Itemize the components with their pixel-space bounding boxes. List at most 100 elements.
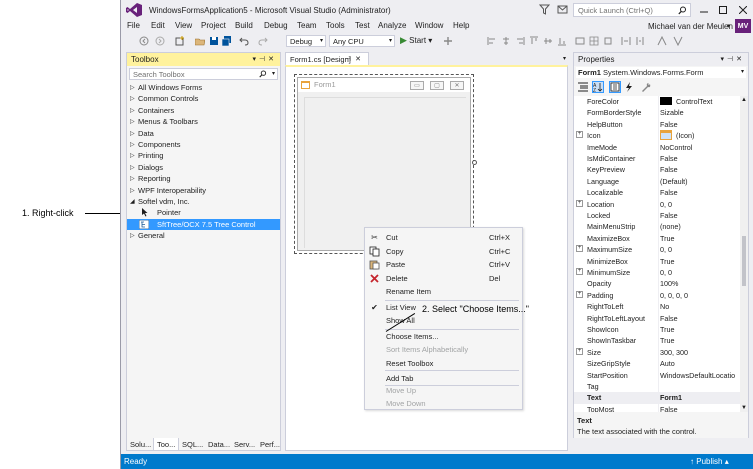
expand-plus-icon[interactable]: +	[576, 199, 583, 207]
make-same-width-icon[interactable]	[575, 36, 585, 46]
property-row-padding[interactable]: + Padding 0, 0, 0, 0	[574, 290, 740, 301]
menu-view[interactable]: View	[175, 21, 192, 30]
maximize-button[interactable]	[713, 3, 733, 17]
menu-item-choose-items[interactable]: Choose Items...	[365, 330, 522, 343]
expand-plus-icon[interactable]: +	[576, 245, 583, 253]
property-row-size[interactable]: + Size 300, 300	[574, 347, 740, 358]
toolbox-group-components[interactable]: ▷ Components	[127, 139, 280, 150]
menu-item-show-all[interactable]: Show All	[365, 314, 522, 327]
menu-build[interactable]: Build	[235, 21, 253, 30]
property-row-keypreview[interactable]: KeyPreview False	[574, 164, 740, 175]
close-icon[interactable]: ✕	[268, 56, 277, 63]
solution-configuration-select[interactable]: Debug ▾	[286, 35, 326, 47]
tab-server-explorer[interactable]: Serv...	[231, 438, 258, 451]
property-row-location[interactable]: + Location 0, 0	[574, 199, 740, 210]
toolbox-item-sfttree[interactable]: SftTree/OCX 7.5 Tree Control	[127, 218, 280, 230]
property-row-maximumsize[interactable]: + MaximumSize 0, 0	[574, 244, 740, 255]
property-row-forecolor[interactable]: ForeColor ControlText	[574, 96, 740, 107]
property-row-helpbutton[interactable]: HelpButton False	[574, 119, 740, 130]
expand-plus-icon[interactable]: +	[576, 347, 583, 355]
property-value[interactable]: False	[660, 188, 678, 197]
toolbox-group-general[interactable]: ▷ General	[127, 230, 280, 241]
chevron-down-icon[interactable]: ▾	[272, 70, 275, 77]
menu-debug[interactable]: Debug	[264, 21, 288, 30]
start-debugging-button[interactable]: ▶ Start ▾	[400, 35, 432, 46]
make-same-size-icon[interactable]	[603, 36, 613, 46]
property-value[interactable]: (Icon)	[676, 131, 694, 140]
property-row-mainmenustrip[interactable]: MainMenuStrip (none)	[574, 221, 740, 232]
browser-link-icon[interactable]	[443, 36, 453, 46]
menu-item-reset-toolbox[interactable]: Reset Toolbox	[365, 357, 522, 370]
expand-arrow-icon[interactable]: ▷	[130, 232, 135, 239]
property-value[interactable]: True	[660, 234, 675, 243]
size-to-grid-icon[interactable]	[589, 36, 599, 46]
tab-solution-explorer[interactable]: Solu...	[127, 438, 154, 451]
close-icon[interactable]: ✕	[736, 56, 745, 63]
property-row-righttoleft[interactable]: RightToLeft No	[574, 301, 740, 312]
menu-item-cut[interactable]: ✂ Cut Ctrl+X	[365, 231, 522, 244]
expand-plus-icon[interactable]: +	[576, 290, 583, 298]
toolbox-group-containers[interactable]: ▷ Containers	[127, 105, 280, 116]
save-icon[interactable]	[209, 36, 219, 46]
menu-tools[interactable]: Tools	[326, 21, 345, 30]
forward-icon[interactable]	[155, 36, 165, 46]
menu-analyze[interactable]: Analyze	[378, 21, 406, 30]
menu-item-copy[interactable]: Copy Ctrl+C	[365, 245, 522, 258]
property-row-minimizebox[interactable]: MinimizeBox True	[574, 256, 740, 267]
align-bottoms-icon[interactable]	[557, 36, 567, 46]
property-row-startposition[interactable]: StartPosition WindowsDefaultLocatio	[574, 370, 740, 381]
property-value[interactable]: False	[660, 211, 678, 220]
expand-arrow-icon[interactable]: ▷	[130, 107, 135, 114]
tab-toolbox[interactable]: Too...	[153, 438, 180, 451]
horizontal-spacing-icon[interactable]	[621, 36, 631, 46]
send-to-back-icon[interactable]	[673, 36, 683, 46]
toolbox-item-pointer[interactable]: Pointer	[127, 207, 280, 218]
menu-item-add-tab[interactable]: Add Tab	[365, 372, 522, 385]
property-value[interactable]: False	[660, 405, 678, 412]
expand-arrow-icon[interactable]: ▷	[130, 95, 135, 102]
property-value[interactable]: Form1	[660, 393, 682, 402]
avatar[interactable]: MV	[735, 19, 751, 33]
chevron-down-icon[interactable]: ▾	[727, 22, 731, 30]
align-centers-icon[interactable]	[501, 36, 511, 46]
property-row-sizegripstyle[interactable]: SizeGripStyle Auto	[574, 358, 740, 369]
property-value[interactable]: (none)	[660, 222, 681, 231]
expand-arrow-icon[interactable]: ▷	[130, 175, 135, 182]
property-value[interactable]: 0, 0	[660, 268, 672, 277]
property-value[interactable]: Sizable	[660, 108, 684, 117]
property-value[interactable]: False	[660, 165, 678, 174]
expand-arrow-icon[interactable]: ▷	[130, 118, 135, 125]
property-row-locked[interactable]: Locked False	[574, 210, 740, 221]
menu-edit[interactable]: Edit	[151, 21, 165, 30]
alphabetical-button[interactable]: AZ	[592, 81, 604, 93]
align-middles-icon[interactable]	[543, 36, 553, 46]
toolbox-group-dialogs[interactable]: ▷ Dialogs	[127, 162, 280, 173]
property-row-topmost[interactable]: TopMost False	[574, 404, 740, 412]
toolbox-group-printing[interactable]: ▷ Printing	[127, 150, 280, 161]
close-window-button[interactable]	[733, 3, 753, 17]
expand-arrow-icon[interactable]: ▷	[130, 141, 135, 148]
property-value[interactable]: 0, 0	[660, 245, 672, 254]
property-value[interactable]: WindowsDefaultLocatio	[660, 371, 735, 380]
collapse-arrow-icon[interactable]: ◢	[130, 198, 135, 205]
designer-form[interactable]: Form1 ▭ ▢ ✕	[297, 77, 471, 251]
menu-help[interactable]: Help	[453, 21, 469, 30]
property-value[interactable]: True	[660, 336, 675, 345]
expand-plus-icon[interactable]: +	[576, 131, 583, 139]
property-row-opacity[interactable]: Opacity 100%	[574, 278, 740, 289]
property-value[interactable]: NoControl	[660, 143, 692, 152]
align-tops-icon[interactable]	[529, 36, 539, 46]
menu-project[interactable]: Project	[201, 21, 226, 30]
quick-launch-input[interactable]: Quick Launch (Ctrl+Q)	[573, 3, 691, 17]
expand-arrow-icon[interactable]: ▷	[130, 152, 135, 159]
property-value[interactable]: False	[660, 154, 678, 163]
expand-arrow-icon[interactable]: ▷	[130, 84, 135, 91]
toolbox-group-data[interactable]: ▷ Data	[127, 128, 280, 139]
property-row-formborderstyle[interactable]: FormBorderStyle Sizable	[574, 107, 740, 118]
resize-handle-right[interactable]	[472, 160, 477, 165]
new-project-icon[interactable]	[175, 36, 185, 46]
property-row-text[interactable]: Text Form1	[574, 392, 740, 404]
property-row-ismdicontainer[interactable]: IsMdiContainer False	[574, 153, 740, 164]
scroll-down-icon[interactable]: ▼	[741, 405, 747, 411]
property-grid-scrollbar[interactable]: ▲ ▼	[740, 96, 748, 412]
